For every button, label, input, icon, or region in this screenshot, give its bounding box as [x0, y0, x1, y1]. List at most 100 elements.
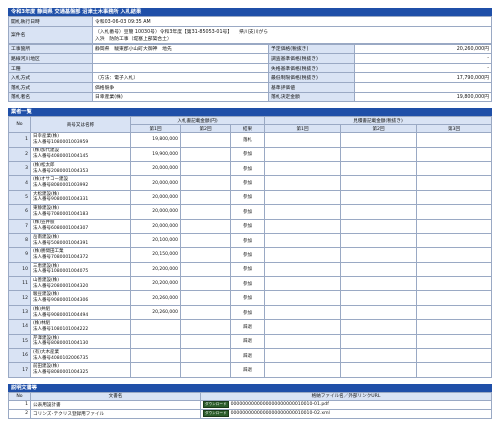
est-round-1 [264, 160, 342, 177]
est-round-1 [264, 261, 342, 278]
doc-no: 2 [8, 408, 31, 419]
est-round-2 [340, 132, 418, 148]
bidder-name-cell: (株)井組 法人番号9080001004494 [30, 304, 131, 321]
est-round-2 [340, 261, 418, 278]
case-name-line1: （入札番号）豆簡 10030号）令和3年度【第31-85053-01号】 県川支… [95, 29, 269, 35]
doc-name: 公表用設計書 [30, 399, 201, 410]
est-round-2 [340, 319, 418, 335]
bid-round-1 [130, 319, 181, 335]
bid-result: 参加 [229, 247, 266, 263]
est-round-1 [264, 247, 342, 263]
bidder-reg-number: 法人番号2080001004320 [33, 283, 89, 289]
bidder-name-cell: 岳南建設(株) 法人番号5080001004391 [30, 232, 131, 249]
est-round-3 [416, 304, 492, 321]
bidder-name-cell: (株)加代建設 法人番号4080001004145 [30, 146, 131, 162]
download-button[interactable]: ダウンロード [203, 401, 229, 409]
info-label: 失格基準価格(税抜き) [268, 62, 355, 74]
bidder-reg-number: 法人番号8080001004325 [33, 370, 89, 376]
bid-result: 参加 [229, 232, 266, 249]
est-round-3 [416, 204, 492, 220]
bidder-reg-number: 法人番号9080001004494 [33, 312, 89, 318]
label-case-name: 案件名 [8, 25, 93, 44]
bidder-name-cell: (株)林組 法人番号1080101004222 [30, 319, 131, 335]
bid-round-2 [180, 362, 231, 378]
est-round-1 [264, 348, 342, 364]
est-round-2 [340, 232, 418, 249]
col-est-round-1: 第1回 [264, 124, 342, 134]
bidder-reg-number: 法人番号6080001004307 [33, 226, 89, 232]
bid-result: 参加 [229, 290, 266, 306]
est-round-1 [264, 362, 342, 378]
bid-round-1: 20,200,000 [130, 276, 181, 292]
bidder-no: 2 [8, 146, 31, 162]
bidder-no: 7 [8, 218, 31, 234]
est-round-3 [416, 189, 492, 206]
bid-round-2 [180, 132, 231, 148]
bidder-name-cell: 前田建設(株) 法人番号8080001004325 [30, 362, 131, 378]
info-value: 20,260,000円 [354, 43, 492, 55]
bid-round-1: 20,000,000 [130, 175, 181, 191]
info-label: 入札方式 [8, 72, 93, 83]
info-table: 開札執行日時 令和03-06-03 09:35 AM 案件名 （入札番号）豆簡 … [8, 16, 492, 44]
est-round-3 [416, 276, 492, 292]
download-button[interactable]: ダウンロード [203, 410, 229, 418]
bid-round-1: 19,800,000 [130, 132, 181, 148]
bidder-name-cell: 東静建設(株) 法人番号7080001004183 [30, 204, 131, 220]
value-case-name: （入札番号）豆簡 10030号）令和3年度【第31-85053-01号】 県川支… [92, 25, 492, 44]
est-round-1 [264, 333, 342, 350]
bid-round-1: 20,260,000 [130, 304, 181, 321]
info-label: 落札方式 [8, 81, 93, 93]
bidder-no: 3 [8, 160, 31, 177]
est-round-2 [340, 175, 418, 191]
table-row: 14 (株)林組 法人番号1080101004222 辞退 [8, 319, 492, 335]
bidder-reg-number: 法人番号7080001004183 [33, 211, 89, 217]
info-value: 価格競争 [92, 81, 269, 93]
bid-result: 参加 [229, 146, 266, 162]
est-round-2 [340, 362, 418, 378]
bid-result: 辞退 [229, 319, 266, 335]
bid-result: 参加 [229, 304, 266, 321]
info-value: 19,800,000円 [354, 91, 492, 103]
col-est-round-2: 第2回 [340, 124, 418, 134]
bidder-no: 1 [8, 132, 31, 148]
est-round-3 [416, 261, 492, 278]
info-label: 落札決定金額 [268, 91, 355, 103]
info-label: 最低制限価格(税抜き) [268, 72, 355, 83]
est-round-2 [340, 146, 418, 162]
est-round-2 [340, 247, 418, 263]
est-round-1 [264, 218, 342, 234]
doc-file-link[interactable]: 0000000000000000000000010010-02.xml [231, 411, 330, 416]
table-row: 15 芹澤建設(株) 法人番号8080001004130 辞退 [8, 333, 492, 350]
est-round-2 [340, 160, 418, 177]
bidder-reg-number: 法人番号5080001004391 [33, 240, 89, 246]
bidder-no: 13 [8, 304, 31, 321]
bid-round-2 [180, 175, 231, 191]
est-round-2 [340, 189, 418, 206]
bid-round-1: 20,000,000 [130, 189, 181, 206]
doc-file-link[interactable]: 0000000000000000000000010010-01.pdf [231, 402, 329, 407]
bidder-reg-number: 法人番号9080001004331 [33, 197, 89, 203]
bid-round-2 [180, 189, 231, 206]
est-round-3 [416, 160, 492, 177]
col-no: No [8, 116, 31, 134]
bid-result: 参加 [229, 189, 266, 206]
table-row: 7 (株)笠井肢 法人番号6080001004307 20,000,000 参加 [8, 218, 492, 234]
bidder-reg-number: 法人番号1080001004075 [33, 269, 89, 275]
est-round-2 [340, 290, 418, 306]
est-round-1 [264, 232, 342, 249]
bidder-no: 17 [8, 362, 31, 378]
est-round-1 [264, 175, 342, 191]
bid-round-1 [130, 333, 181, 350]
doc-no: 1 [8, 399, 31, 410]
est-round-3 [416, 232, 492, 249]
table-row: 2 (株)加代建設 法人番号4080001004145 19,900,000 参加 [8, 146, 492, 162]
docs-title: 説明文書等 [8, 383, 492, 392]
bid-round-2 [180, 146, 231, 162]
est-round-2 [340, 276, 418, 292]
est-round-3 [416, 348, 492, 364]
est-round-3 [416, 362, 492, 378]
info-value [354, 81, 492, 93]
info-label: 調査基準価格(税抜き) [268, 53, 355, 64]
bid-round-1: 20,000,000 [130, 160, 181, 177]
bidder-name-cell: 芹澤建設(株) 法人番号8080001004130 [30, 333, 131, 350]
